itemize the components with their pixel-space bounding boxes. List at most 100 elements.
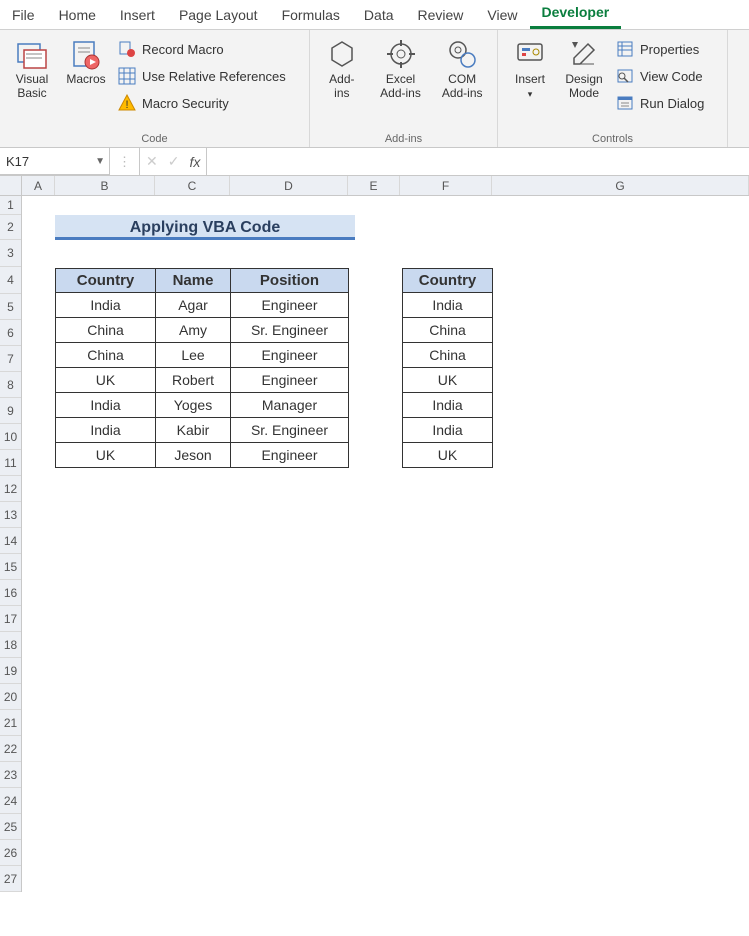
design-mode-button[interactable]: Design Mode bbox=[558, 34, 610, 131]
table-cell[interactable]: Jeson bbox=[156, 443, 231, 468]
tab-page-layout[interactable]: Page Layout bbox=[167, 1, 270, 29]
row-header[interactable]: 18 bbox=[0, 632, 21, 658]
table-header[interactable]: Country bbox=[56, 269, 156, 293]
macros-button[interactable]: Macros bbox=[60, 34, 112, 131]
tab-view[interactable]: View bbox=[475, 1, 529, 29]
tab-home[interactable]: Home bbox=[47, 1, 108, 29]
row-header[interactable]: 15 bbox=[0, 554, 21, 580]
table-cell[interactable]: Lee bbox=[156, 343, 231, 368]
table-cell[interactable]: UK bbox=[56, 368, 156, 393]
table-cell[interactable]: UK bbox=[403, 443, 493, 468]
table-cell[interactable]: India bbox=[56, 418, 156, 443]
chevron-down-icon[interactable]: ▼ bbox=[95, 156, 105, 167]
table-header[interactable]: Name bbox=[156, 269, 231, 293]
col-header-d[interactable]: D bbox=[230, 176, 348, 195]
tab-formulas[interactable]: Formulas bbox=[270, 1, 352, 29]
table-cell[interactable]: Engineer bbox=[231, 443, 349, 468]
table-cell[interactable]: India bbox=[403, 393, 493, 418]
row-header[interactable]: 10 bbox=[0, 424, 21, 450]
row-header[interactable]: 25 bbox=[0, 814, 21, 840]
tab-developer[interactable]: Developer bbox=[530, 0, 622, 29]
col-header-b[interactable]: B bbox=[55, 176, 155, 195]
col-header-g[interactable]: G bbox=[492, 176, 749, 195]
table-cell[interactable]: Sr. Engineer bbox=[231, 418, 349, 443]
table-cell[interactable]: UK bbox=[403, 368, 493, 393]
table-cell[interactable]: Amy bbox=[156, 318, 231, 343]
properties-button[interactable]: Properties bbox=[612, 36, 708, 62]
properties-icon bbox=[616, 40, 634, 58]
row-header[interactable]: 23 bbox=[0, 762, 21, 788]
table-cell[interactable]: Robert bbox=[156, 368, 231, 393]
ribbon-group-controls: Insert▾ Design Mode Properties View Code… bbox=[498, 30, 728, 147]
title-cell[interactable]: Applying VBA Code bbox=[55, 215, 355, 240]
table-header[interactable]: Position bbox=[231, 269, 349, 293]
row-header[interactable]: 22 bbox=[0, 736, 21, 762]
table-cell[interactable]: Engineer bbox=[231, 368, 349, 393]
macro-security-button[interactable]: ! Macro Security bbox=[114, 90, 290, 116]
table-cell[interactable]: India bbox=[403, 293, 493, 318]
use-relative-references-button[interactable]: Use Relative References bbox=[114, 63, 290, 89]
table-cell[interactable]: China bbox=[403, 343, 493, 368]
row-header[interactable]: 19 bbox=[0, 658, 21, 684]
row-header[interactable]: 27 bbox=[0, 866, 21, 892]
col-header-c[interactable]: C bbox=[155, 176, 230, 195]
row-header[interactable]: 26 bbox=[0, 840, 21, 866]
row-header[interactable]: 24 bbox=[0, 788, 21, 814]
excel-addins-button[interactable]: Excel Add-ins bbox=[372, 34, 430, 131]
visual-basic-button[interactable]: Visual Basic bbox=[6, 34, 58, 131]
row-header[interactable]: 14 bbox=[0, 528, 21, 554]
run-dialog-button[interactable]: Run Dialog bbox=[612, 90, 708, 116]
record-macro-button[interactable]: Record Macro bbox=[114, 36, 290, 62]
row-header[interactable]: 16 bbox=[0, 580, 21, 606]
row-header[interactable]: 17 bbox=[0, 606, 21, 632]
row-header[interactable]: 1 bbox=[0, 196, 21, 215]
col-header-f[interactable]: F bbox=[400, 176, 492, 195]
table-cell[interactable]: China bbox=[403, 318, 493, 343]
table-cell[interactable]: Yoges bbox=[156, 393, 231, 418]
row-header[interactable]: 8 bbox=[0, 372, 21, 398]
row-header[interactable]: 13 bbox=[0, 502, 21, 528]
table-row: UKRobertEngineer bbox=[56, 368, 349, 393]
row-header[interactable]: 21 bbox=[0, 710, 21, 736]
view-code-button[interactable]: View Code bbox=[612, 63, 708, 89]
table-cell[interactable]: India bbox=[56, 293, 156, 318]
table-cell[interactable]: India bbox=[403, 418, 493, 443]
table-cell[interactable]: Kabir bbox=[156, 418, 231, 443]
addins-button[interactable]: Add- ins bbox=[316, 34, 368, 131]
name-box[interactable]: K17 ▼ bbox=[0, 148, 110, 175]
row-header[interactable]: 7 bbox=[0, 346, 21, 372]
table-cell[interactable]: Sr. Engineer bbox=[231, 318, 349, 343]
row-header[interactable]: 12 bbox=[0, 476, 21, 502]
col-header-a[interactable]: A bbox=[22, 176, 55, 195]
enter-formula-button[interactable]: ✓ bbox=[168, 153, 180, 170]
table-cell[interactable]: Engineer bbox=[231, 343, 349, 368]
row-header[interactable]: 5 bbox=[0, 294, 21, 320]
select-all-corner[interactable] bbox=[0, 176, 22, 195]
row-header[interactable]: 9 bbox=[0, 398, 21, 424]
cancel-formula-button[interactable]: ✕ bbox=[146, 153, 158, 170]
row-header[interactable]: 6 bbox=[0, 320, 21, 346]
cells-area[interactable]: Applying VBA Code CountryNamePosition In… bbox=[22, 196, 749, 892]
table-cell[interactable]: China bbox=[56, 318, 156, 343]
insert-control-button[interactable]: Insert▾ bbox=[504, 34, 556, 131]
table-cell[interactable]: UK bbox=[56, 443, 156, 468]
table-cell[interactable]: Manager bbox=[231, 393, 349, 418]
table-cell[interactable]: Agar bbox=[156, 293, 231, 318]
tab-file[interactable]: File bbox=[0, 1, 47, 29]
com-addins-button[interactable]: COM Add-ins bbox=[433, 34, 491, 131]
row-header[interactable]: 4 bbox=[0, 267, 21, 294]
row-header[interactable]: 2 bbox=[0, 215, 21, 240]
fx-button[interactable]: fx bbox=[189, 154, 200, 170]
table-cell[interactable]: Engineer bbox=[231, 293, 349, 318]
row-header[interactable]: 20 bbox=[0, 684, 21, 710]
col-header-e[interactable]: E bbox=[348, 176, 400, 195]
formula-input[interactable] bbox=[207, 148, 749, 175]
tab-data[interactable]: Data bbox=[352, 1, 406, 29]
tab-review[interactable]: Review bbox=[406, 1, 476, 29]
table-header[interactable]: Country bbox=[403, 269, 493, 293]
table-cell[interactable]: China bbox=[56, 343, 156, 368]
row-header[interactable]: 11 bbox=[0, 450, 21, 476]
table-cell[interactable]: India bbox=[56, 393, 156, 418]
tab-insert[interactable]: Insert bbox=[108, 1, 167, 29]
row-header[interactable]: 3 bbox=[0, 240, 21, 267]
